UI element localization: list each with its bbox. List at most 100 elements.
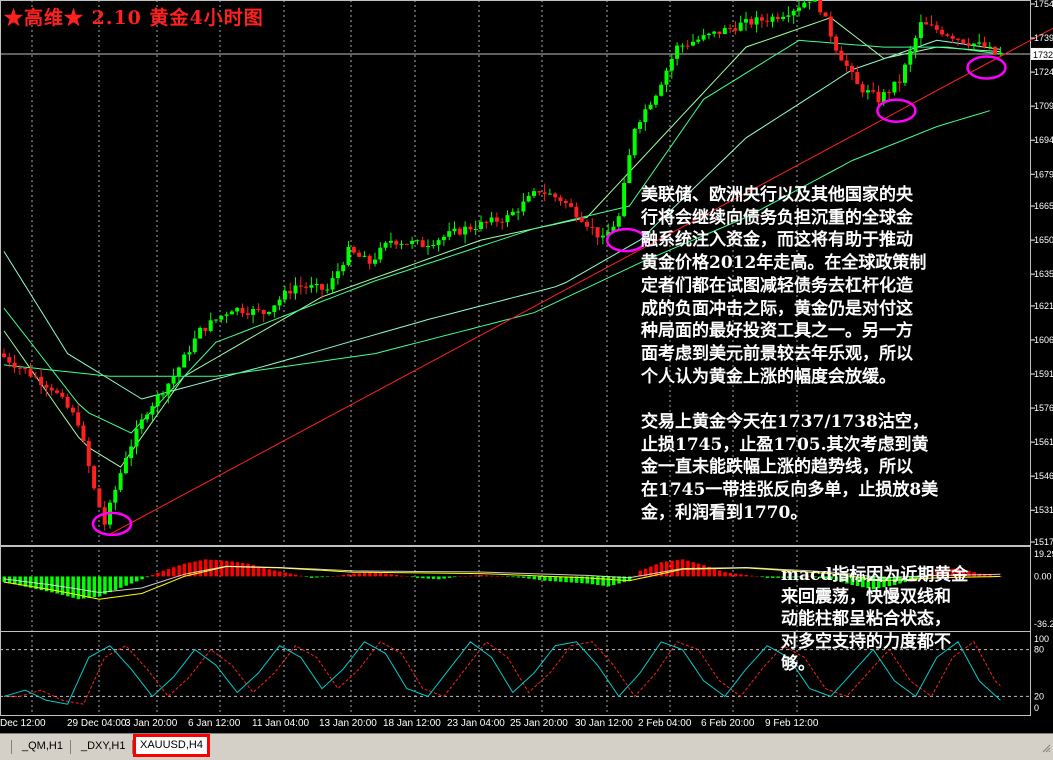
macd-bar (156, 572, 160, 577)
macd-bar (246, 563, 250, 577)
macd-bar (97, 576, 102, 597)
candle-body (44, 384, 49, 388)
candle-body (70, 407, 75, 413)
candle-body (441, 236, 446, 241)
candle-body (860, 84, 865, 93)
candle-body (765, 20, 770, 22)
candle-body (616, 216, 621, 227)
candle-body (537, 191, 542, 193)
candle-body (176, 367, 181, 377)
macd-note: macd指标因为近期黄金 来回震荡，快慢双线和 动能柱都呈粘合状态， 对多空支持… (781, 565, 969, 674)
highlight-ellipse (966, 55, 1007, 80)
candle-body (447, 231, 452, 237)
candle-body (139, 419, 144, 429)
candle-body (28, 369, 33, 377)
candle-body (807, 1, 812, 3)
macd-bar (702, 565, 706, 577)
macd-bar (718, 570, 722, 577)
macd-bar (347, 574, 351, 577)
candle-body (844, 60, 849, 66)
stoch-y-tick-label: 20 (1034, 691, 1044, 701)
tab-qm-h1[interactable]: _QM,H1 (18, 738, 67, 755)
candle-body (288, 290, 293, 294)
candle-body (558, 197, 563, 201)
macd-bar (203, 559, 208, 577)
candle-body (12, 362, 17, 368)
macd-bar (378, 572, 383, 577)
candle-body (563, 200, 568, 204)
macd-bar (384, 573, 388, 577)
macd-bar (675, 560, 680, 577)
candle-body (574, 206, 579, 218)
candle-body (97, 488, 102, 508)
candle-body (65, 396, 70, 408)
y-tick-label: 1591 (1034, 369, 1053, 379)
macd-bar (267, 569, 271, 577)
candle-body (399, 243, 404, 245)
macd-bar (670, 560, 674, 577)
candle-body (934, 25, 939, 30)
candle-body (55, 390, 59, 393)
candle-body (627, 155, 632, 184)
candle-body (924, 22, 929, 25)
candle-body (293, 285, 298, 294)
candle-body (208, 320, 213, 331)
candle-body (903, 64, 907, 83)
candle-body (267, 311, 271, 315)
candle-body (786, 15, 791, 17)
candle-body (871, 90, 876, 92)
candle-body (203, 327, 208, 331)
candle-body (192, 338, 197, 353)
candle-body (685, 45, 690, 47)
candle-body (102, 507, 107, 525)
tab-xauusd-h4[interactable]: XAUUSD,H4 (133, 734, 210, 757)
tab-dxy-h1[interactable]: _DXY,H1 (77, 738, 129, 755)
candle-body (834, 36, 839, 51)
x-tick-label: Dec 12:00 (0, 718, 46, 729)
y-tick-label: 1621 (1034, 301, 1053, 311)
macd-bar (400, 575, 404, 577)
candle-body (680, 45, 685, 47)
candle-body (394, 240, 399, 245)
candle-body (993, 46, 998, 55)
resize-grip-icon[interactable] (1041, 741, 1051, 753)
candle-body (272, 305, 277, 312)
x-tick-label: 6 Jan 12:00 (188, 718, 241, 729)
y-tick-label: 1546 (1034, 471, 1053, 481)
x-tick-label: 18 Jan 12:00 (383, 718, 441, 729)
candle-body (415, 240, 420, 242)
macd-bar (230, 561, 234, 577)
candle-body (595, 227, 600, 238)
macd-bar (484, 575, 489, 577)
candle-body (510, 211, 515, 216)
candle-body (818, 0, 823, 13)
macd-bar (739, 574, 743, 577)
macd-bar (728, 572, 733, 577)
candle-body (198, 327, 203, 339)
candle-body (828, 16, 833, 37)
candle-body (733, 28, 738, 31)
candle-body (600, 235, 605, 238)
x-tick-label: 30 Jan 12:00 (575, 718, 633, 729)
candle-body (378, 247, 383, 260)
current-price-label: 1732 (1033, 50, 1053, 60)
macd-bar (437, 576, 441, 580)
macd-bar (553, 576, 558, 582)
macd-bar (325, 576, 330, 577)
macd-bar (389, 574, 393, 577)
macd-bar (294, 574, 298, 577)
x-tick-label: 13 Jan 20:00 (319, 718, 377, 729)
y-tick-label: 1517 (1034, 537, 1053, 547)
candle-body (775, 16, 780, 20)
macd-bar (161, 570, 165, 577)
macd-bar (336, 575, 340, 577)
candle-body (691, 41, 695, 46)
candle-body (92, 466, 97, 489)
candle-body (479, 221, 483, 229)
candle-body (7, 357, 12, 363)
candle-body (420, 240, 425, 248)
candle-body (214, 319, 218, 321)
candle-body (987, 46, 992, 48)
macd-bar (92, 576, 97, 598)
y-tick-label: 1561 (1034, 437, 1053, 447)
